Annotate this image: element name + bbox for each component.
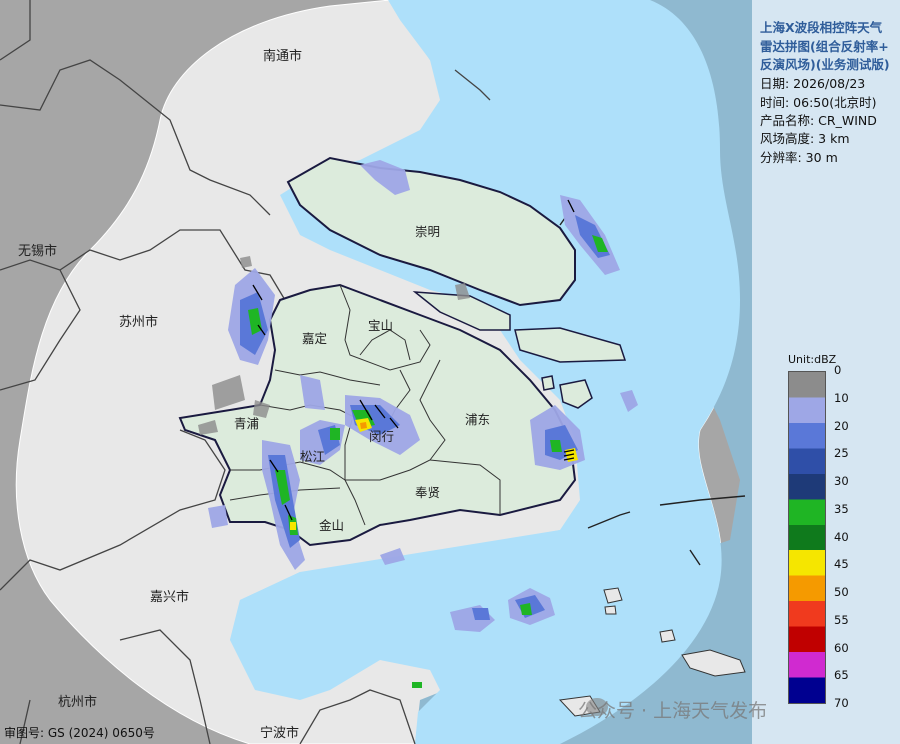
legend-tick-label: 55 bbox=[834, 612, 849, 627]
legend-tick-label: 35 bbox=[834, 501, 849, 516]
legend-tick-label: 65 bbox=[834, 668, 849, 683]
label-jiading: 嘉定 bbox=[302, 331, 327, 346]
title-line-2: 雷达拼图(组合反射率+ bbox=[760, 39, 889, 54]
legend-tick-label: 60 bbox=[834, 640, 849, 655]
label-suzhou: 苏州市 bbox=[119, 314, 158, 330]
info-panel: 上海X波段相控阵天气 雷达拼图(组合反射率+ 反演风场)(业务测试版) 日期: … bbox=[752, 0, 900, 744]
label-fengxian: 奉贤 bbox=[415, 485, 440, 500]
label-qingpu: 青浦 bbox=[234, 416, 259, 431]
label-ningbo: 宁波市 bbox=[260, 725, 299, 741]
legend-tick-label: 45 bbox=[834, 557, 849, 572]
legend-tick-label: 30 bbox=[834, 474, 849, 488]
label-hangzhou: 杭州市 bbox=[58, 694, 97, 710]
legend-colorbar bbox=[788, 371, 826, 704]
legend-tick-label: 0 bbox=[834, 363, 842, 377]
label-jiaxing: 嘉兴市 bbox=[150, 589, 189, 605]
label-chongming: 崇明 bbox=[415, 224, 440, 239]
legend-tick-label: 20 bbox=[834, 418, 849, 433]
date-text: 日期: 2026/08/23 bbox=[760, 76, 866, 91]
resolution-text: 分辨率: 30 m bbox=[760, 150, 838, 165]
label-songjiang: 松江 bbox=[300, 449, 325, 464]
label-pudong: 浦东 bbox=[465, 412, 490, 427]
legend-tick-label: 40 bbox=[834, 529, 849, 544]
label-minhang: 闵行 bbox=[369, 429, 394, 444]
label-wuxi: 无锡市 bbox=[18, 243, 57, 259]
height-text: 风场高度: 3 km bbox=[760, 131, 850, 146]
label-baoshan: 宝山 bbox=[368, 318, 393, 333]
time-text: 时间: 06:50(北京时) bbox=[760, 95, 877, 110]
legend-tick-label: 25 bbox=[834, 446, 849, 461]
legend-tick-label: 70 bbox=[834, 696, 849, 710]
product-text: 产品名称: CR_WIND bbox=[760, 113, 877, 128]
title-line-3: 反演风场)(业务测试版) bbox=[760, 57, 890, 72]
legend-unit: Unit:dBZ bbox=[788, 353, 837, 366]
title-line-1: 上海X波段相控阵天气 bbox=[760, 20, 883, 35]
label-jinshan: 金山 bbox=[319, 518, 344, 533]
legend-tick-label: 10 bbox=[834, 390, 849, 405]
legend-tick-label: 50 bbox=[834, 585, 849, 599]
label-nantong: 南通市 bbox=[263, 48, 302, 64]
watermark: 公众号 · 上海天气发布 bbox=[578, 700, 768, 722]
map-approval-number: 审图号: GS (2024) 0650号 bbox=[4, 726, 155, 740]
